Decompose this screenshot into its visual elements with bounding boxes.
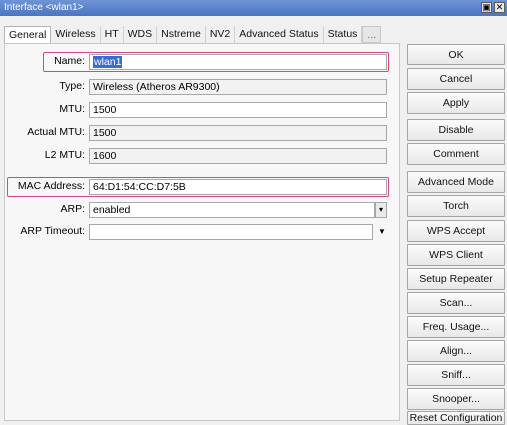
- snooper-button[interactable]: Snooper...: [407, 388, 505, 410]
- sniff-button[interactable]: Sniff...: [407, 364, 505, 386]
- l2-mtu-field: 1600: [89, 148, 387, 164]
- type-label: Type:: [59, 80, 85, 92]
- torch-button[interactable]: Torch: [407, 195, 505, 217]
- ok-button[interactable]: OK: [407, 44, 505, 65]
- close-icon[interactable]: ✕: [494, 2, 505, 13]
- general-panel: Name: wlan1 Type: Wireless (Atheros AR93…: [4, 43, 400, 421]
- reset-configuration-button[interactable]: Reset Configuration: [407, 411, 505, 425]
- tab-bar: General Wireless HT WDS Nstreme NV2 Adva…: [4, 26, 402, 43]
- actual-mtu-row: Actual MTU: 1500: [5, 125, 401, 141]
- comment-button[interactable]: Comment: [407, 143, 505, 165]
- wps-accept-button[interactable]: WPS Accept: [407, 220, 505, 242]
- scan-button[interactable]: Scan...: [407, 292, 505, 314]
- window-titlebar: Interface <wlan1> ▣ ✕: [0, 0, 507, 16]
- tab-general[interactable]: General: [4, 26, 52, 43]
- tab-wireless[interactable]: Wireless: [51, 26, 101, 43]
- advanced-mode-button[interactable]: Advanced Mode: [407, 171, 505, 193]
- tab-advanced-status[interactable]: Advanced Status: [235, 26, 324, 43]
- arp-row: ARP: enabled ▾: [5, 202, 401, 218]
- tab-nstreme[interactable]: Nstreme: [157, 26, 206, 43]
- name-input[interactable]: wlan1: [89, 54, 387, 70]
- align-button[interactable]: Align...: [407, 340, 505, 362]
- actual-mtu-label: Actual MTU:: [27, 126, 85, 138]
- setup-repeater-button[interactable]: Setup Repeater: [407, 268, 505, 290]
- wps-client-button[interactable]: WPS Client: [407, 244, 505, 266]
- window-title: Interface <wlan1>: [4, 2, 84, 13]
- name-row: Name: wlan1: [5, 54, 401, 70]
- arp-dropdown-icon[interactable]: ▾: [375, 202, 387, 218]
- type-field: Wireless (Atheros AR9300): [89, 79, 387, 95]
- arp-timeout-label: ARP Timeout:: [20, 225, 85, 237]
- name-value: wlan1: [93, 56, 123, 68]
- mac-address-label: MAC Address:: [17, 180, 85, 192]
- mtu-label: MTU:: [59, 103, 85, 115]
- disable-button[interactable]: Disable: [407, 119, 505, 141]
- mac-address-input[interactable]: 64:D1:54:CC:D7:5B: [89, 179, 387, 195]
- restore-icon[interactable]: ▣: [481, 2, 492, 13]
- arp-select[interactable]: enabled: [89, 202, 375, 218]
- apply-button[interactable]: Apply: [407, 92, 505, 114]
- l2-mtu-row: L2 MTU: 1600: [5, 148, 401, 164]
- name-label: Name:: [54, 55, 85, 67]
- actual-mtu-field: 1500: [89, 125, 387, 141]
- mtu-row: MTU: 1500: [5, 102, 401, 118]
- arp-label: ARP:: [60, 203, 85, 215]
- tab-more[interactable]: ...: [362, 26, 382, 43]
- tab-wds[interactable]: WDS: [124, 26, 158, 43]
- freq-usage-button[interactable]: Freq. Usage...: [407, 316, 505, 338]
- arp-timeout-dropdown-icon[interactable]: ▼: [378, 227, 386, 236]
- mtu-input[interactable]: 1500: [89, 102, 387, 118]
- arp-timeout-input[interactable]: [89, 224, 373, 240]
- tab-ht[interactable]: HT: [101, 26, 124, 43]
- type-row: Type: Wireless (Atheros AR9300): [5, 79, 401, 95]
- cancel-button[interactable]: Cancel: [407, 68, 505, 90]
- tab-nv2[interactable]: NV2: [206, 26, 236, 43]
- mac-address-row: MAC Address: 64:D1:54:CC:D7:5B: [5, 179, 401, 195]
- tab-status[interactable]: Status: [324, 26, 363, 43]
- arp-timeout-row: ARP Timeout: ▼: [5, 224, 401, 240]
- l2-mtu-label: L2 MTU:: [44, 149, 85, 161]
